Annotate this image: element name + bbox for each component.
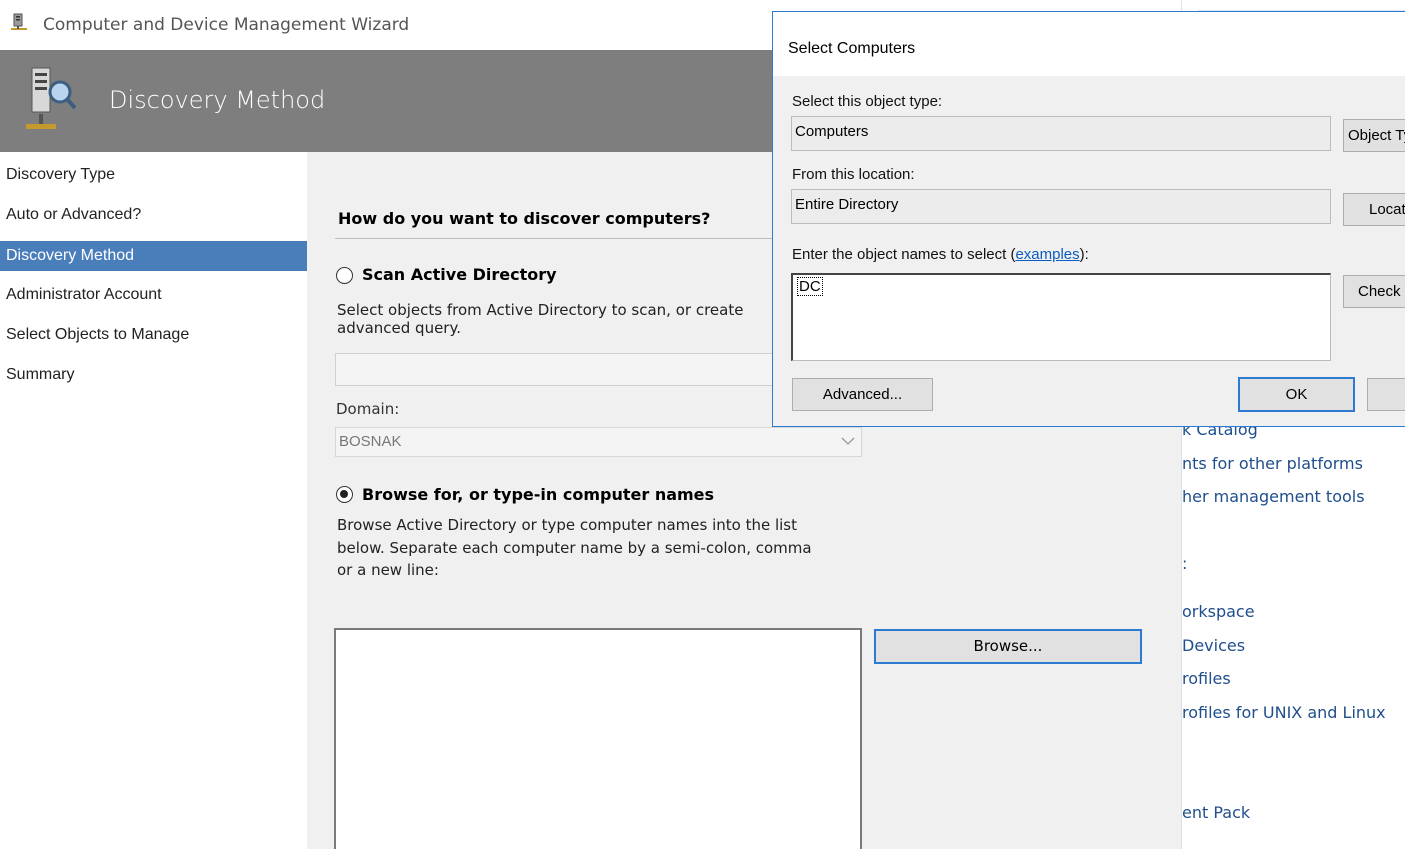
computer-wizard-icon bbox=[11, 13, 27, 30]
step-discovery-type[interactable]: Discovery Type bbox=[0, 160, 307, 190]
task-link[interactable]: ent Pack bbox=[1182, 803, 1250, 822]
scan-ad-desc-1: Select objects from Active Directory to … bbox=[337, 301, 744, 319]
step-discovery-method[interactable]: Discovery Method bbox=[0, 241, 307, 271]
browse-names-radio[interactable] bbox=[336, 486, 353, 503]
examples-link[interactable]: examples bbox=[1015, 246, 1079, 263]
discovery-icon bbox=[26, 67, 77, 129]
object-names-value: DC bbox=[797, 277, 823, 296]
scan-ad-label[interactable]: Scan Active Directory bbox=[362, 265, 557, 284]
object-types-button[interactable]: Object Types... bbox=[1343, 119, 1405, 152]
task-link[interactable]: rofiles bbox=[1182, 669, 1231, 688]
scan-ad-radio[interactable] bbox=[336, 267, 353, 284]
scan-ad-desc-2: advanced query. bbox=[337, 319, 461, 337]
wizard-steps: Discovery Type Auto or Advanced? Discove… bbox=[0, 152, 307, 849]
domain-value: BOSNAK bbox=[339, 433, 402, 450]
object-names-label-end: ): bbox=[1079, 246, 1089, 263]
dialog-title: Select Computers bbox=[788, 40, 916, 57]
task-link[interactable]: orkspace bbox=[1182, 602, 1255, 621]
task-link[interactable]: Devices bbox=[1182, 636, 1245, 655]
step-administrator-account[interactable]: Administrator Account bbox=[0, 280, 307, 310]
task-link[interactable]: her management tools bbox=[1182, 487, 1365, 506]
task-link[interactable]: nts for other platforms bbox=[1182, 454, 1363, 473]
location-label: From this location: bbox=[792, 166, 915, 183]
object-names-input[interactable]: DC bbox=[791, 273, 1331, 361]
chevron-down-icon bbox=[841, 437, 855, 445]
location-field: Entire Directory bbox=[791, 189, 1331, 224]
radio-selected-dot bbox=[340, 490, 348, 498]
dialog-titlebar: Select Computers bbox=[773, 12, 1405, 76]
browse-desc-1: Browse Active Directory or type computer… bbox=[337, 516, 797, 534]
step-summary[interactable]: Summary bbox=[0, 360, 307, 390]
wizard-title: Computer and Device Management Wizard bbox=[43, 15, 410, 35]
step-auto-or-advanced[interactable]: Auto or Advanced? bbox=[0, 200, 307, 230]
check-names-button[interactable]: Check Names bbox=[1343, 275, 1405, 308]
browse-button[interactable]: Browse... bbox=[874, 629, 1142, 664]
object-type-field: Computers bbox=[791, 116, 1331, 151]
cancel-button[interactable] bbox=[1367, 378, 1405, 411]
object-names-label: Enter the object names to select (exampl… bbox=[792, 246, 1089, 263]
browse-desc-3: or a new line: bbox=[337, 561, 439, 579]
step-select-objects[interactable]: Select Objects to Manage bbox=[0, 320, 307, 350]
browse-desc-2: below. Separate each computer name by a … bbox=[337, 539, 812, 557]
header-title: Discovery Method bbox=[109, 86, 326, 114]
computer-names-textarea[interactable] bbox=[334, 628, 862, 849]
select-computers-dialog: Select Computers Select this object type… bbox=[772, 11, 1405, 427]
domain-label: Domain: bbox=[336, 400, 400, 418]
object-type-label: Select this object type: bbox=[792, 93, 943, 110]
discovery-question: How do you want to discover computers? bbox=[338, 209, 711, 228]
browse-names-label[interactable]: Browse for, or type-in computer names bbox=[362, 485, 714, 504]
task-link: : bbox=[1182, 554, 1188, 573]
ok-button[interactable]: OK bbox=[1238, 377, 1355, 412]
task-link[interactable]: rofiles for UNIX and Linux bbox=[1182, 703, 1386, 722]
object-names-label-text: Enter the object names to select ( bbox=[792, 246, 1016, 263]
domain-select: BOSNAK bbox=[335, 427, 862, 457]
locations-button[interactable]: Locations... bbox=[1343, 193, 1405, 226]
advanced-button[interactable]: Advanced... bbox=[792, 378, 933, 411]
